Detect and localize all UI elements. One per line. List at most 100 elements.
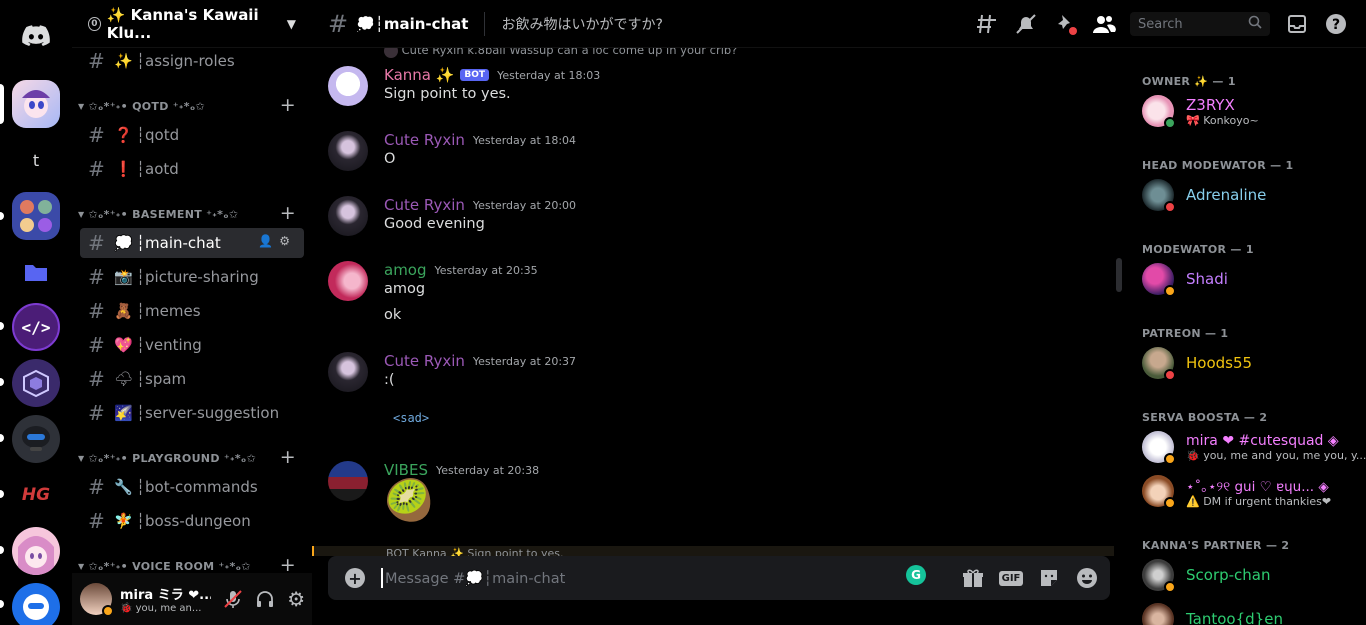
header-toolbar: Search ? xyxy=(960,0,1348,48)
invite-settings-icons[interactable]: 👤⚙ xyxy=(258,234,296,248)
member-list: OWNER ✨ — 1 Z3RYX 🎀 Konkoyo~ HEAD MODEWAT… xyxy=(1126,48,1366,625)
reply-bar-text: BOT Kanna ✨ Sign point to yes. xyxy=(386,547,564,556)
hash-icon: # xyxy=(88,401,105,425)
channel-label: ┆bot-commands xyxy=(136,478,258,496)
kiwi-emoji: 🥝 xyxy=(384,478,434,524)
role-header-patreon: PATREON — 1 xyxy=(1142,327,1229,340)
member-item[interactable]: Shadi xyxy=(1142,258,1362,300)
chat-scrollbar[interactable] xyxy=(1116,258,1122,292)
pin-icon[interactable] xyxy=(1053,12,1077,36)
channel-qotd[interactable]: # ❓ ┆qotd xyxy=(80,120,304,150)
member-item[interactable]: Z3RYX 🎀 Konkoyo~ xyxy=(1142,90,1362,132)
chevron-down-icon: ▼ xyxy=(78,453,85,463)
blue-bot-server-icon[interactable] xyxy=(12,583,60,625)
sticker-icon[interactable] xyxy=(1036,566,1062,590)
avatar[interactable] xyxy=(328,461,368,501)
channel-aotd[interactable]: # ❗ ┆aotd xyxy=(80,154,304,184)
avatar[interactable] xyxy=(328,261,368,301)
message-composer[interactable]: + Message #💭┆main-chat G GIF xyxy=(328,556,1110,600)
channel-emoji: ❗ xyxy=(114,160,133,178)
discord-app: t </> HG 0 ✨ Kanna's Kawaii Klu... ▼ # ✨… xyxy=(0,0,1366,625)
emoji-icon[interactable] xyxy=(1074,566,1100,590)
discord-home-icon[interactable] xyxy=(12,12,60,60)
member-item[interactable]: mira ❤ #cutesquad ◈ 🐞 you, me and you, me… xyxy=(1142,426,1366,468)
channel-memes[interactable]: # 🧸 ┆memes xyxy=(80,296,304,326)
category-basement[interactable]: ▼ ✩ₒ*⁺˖• BASEMENT ⁺˖*ₒ✩ + xyxy=(78,202,306,224)
gear-icon[interactable]: ⚙ xyxy=(280,583,312,615)
channel-emoji: 💖 xyxy=(114,336,133,354)
user-name: mira ミラ ❤... xyxy=(120,588,212,603)
headphones-icon[interactable] xyxy=(249,583,281,615)
message-timestamp: Yesterday at 18:04 xyxy=(472,133,577,147)
member-name: Adrenaline xyxy=(1186,186,1267,204)
message-author[interactable]: amog xyxy=(384,261,427,279)
channel-picture-sharing[interactable]: # 📸 ┆picture-sharing xyxy=(80,262,304,292)
message-text: O xyxy=(384,151,396,167)
inbox-icon[interactable] xyxy=(1285,12,1309,36)
member-item[interactable]: Scorp-chan xyxy=(1142,554,1362,596)
cube-server-icon[interactable] xyxy=(12,359,60,407)
add-channel-icon[interactable]: + xyxy=(280,94,296,116)
avatar[interactable] xyxy=(328,66,368,106)
avatar[interactable] xyxy=(80,583,114,617)
server-header[interactable]: 0 ✨ Kanna's Kawaii Klu... ▼ xyxy=(72,0,312,48)
message-author[interactable]: Cute Ryxin xyxy=(384,131,465,149)
channel-label: ┆main-chat xyxy=(136,234,221,252)
message-input[interactable]: Message #💭┆main-chat xyxy=(385,570,565,587)
channel-emoji: 🌩 xyxy=(114,370,134,388)
hg-server-icon[interactable]: HG xyxy=(12,471,60,519)
message-author[interactable]: Cute Ryxin xyxy=(384,196,465,214)
message-author[interactable]: Cute Ryxin xyxy=(384,352,465,370)
channel-server-suggestion[interactable]: # 🌠 ┆server-suggestion xyxy=(80,398,304,428)
member-name: Tantoo{d}en xyxy=(1186,610,1283,625)
robot-server-icon[interactable] xyxy=(12,415,60,463)
chevron-down-icon[interactable]: ▼ xyxy=(287,17,296,31)
add-channel-icon[interactable]: + xyxy=(280,446,296,468)
server-kanna-icon[interactable] xyxy=(12,80,60,128)
avatar[interactable] xyxy=(328,131,368,171)
message-text: ok xyxy=(384,307,402,323)
status-idle-icon xyxy=(102,605,114,617)
help-icon[interactable]: ? xyxy=(1324,12,1348,36)
member-item[interactable]: Tantoo{d}en xyxy=(1142,598,1362,625)
avatar xyxy=(1142,559,1176,593)
dev-server-icon[interactable]: </> xyxy=(12,303,60,351)
member-list-icon[interactable] xyxy=(1092,12,1116,36)
gift-icon[interactable] xyxy=(960,566,986,590)
hash-icon: # xyxy=(88,367,105,391)
channel-emoji: 💭 xyxy=(114,234,133,252)
channel-spam[interactable]: # 🌩 ┆spam xyxy=(80,364,304,394)
add-attachment-button[interactable]: + xyxy=(345,568,365,588)
avatar[interactable] xyxy=(328,352,368,392)
gif-button[interactable]: GIF xyxy=(998,566,1024,590)
category-label: ✩ₒ*⁺˖• VOICE ROOM ⁺˖*ₒ✩ xyxy=(88,559,251,573)
server-folder-icon[interactable] xyxy=(12,192,60,240)
channel-venting[interactable]: # 💖 ┆venting xyxy=(80,330,304,360)
member-item[interactable]: Hoods55 xyxy=(1142,342,1362,384)
member-item[interactable]: Adrenaline xyxy=(1142,174,1362,216)
member-name: mira ❤ #cutesquad ◈ xyxy=(1186,432,1339,449)
category-playground[interactable]: ▼ ✩ₒ*⁺˖• PLAYGROUND ⁺˖*ₒ✩ + xyxy=(78,446,306,468)
channel-boss-dungeon[interactable]: # 🧚 ┆boss-dungeon xyxy=(80,506,304,536)
threads-icon[interactable] xyxy=(975,12,999,36)
channel-assign-roles[interactable]: # ✨ ┆assign-roles xyxy=(80,46,304,76)
channel-main-chat[interactable]: # 💭 ┆main-chat 👤⚙ xyxy=(80,228,304,258)
muted-bell-icon[interactable] xyxy=(1014,12,1038,36)
grammarly-icon[interactable]: G xyxy=(906,565,926,585)
add-channel-icon[interactable]: + xyxy=(280,202,296,224)
channel-bot-commands[interactable]: # 🔧 ┆bot-commands xyxy=(80,472,304,502)
channel-emoji: 🔧 xyxy=(114,478,133,496)
search-input[interactable]: Search xyxy=(1130,12,1270,36)
member-item[interactable]: ⋆˚｡⋆୨୧ gui ♡ ɐɥu... ◈ ⚠️ DM if urgent tha… xyxy=(1142,470,1362,512)
mute-mic-icon[interactable] xyxy=(217,583,249,615)
folder-icon[interactable] xyxy=(12,248,60,296)
search-icon xyxy=(1248,15,1262,33)
avatar[interactable] xyxy=(328,196,368,236)
anime-server-icon[interactable] xyxy=(12,527,60,575)
chevron-down-icon: ▼ xyxy=(78,101,85,111)
message-author[interactable]: Kanna ✨ xyxy=(384,66,454,84)
server-t-icon[interactable]: t xyxy=(12,136,60,184)
hash-icon: # xyxy=(88,475,105,499)
channel-topic[interactable]: お飲み物はいかがですか? xyxy=(501,14,662,34)
category-qotd[interactable]: ▼ ✩ₒ*⁺˖• QOTD ⁺˖*ₒ✩ + xyxy=(78,94,306,116)
